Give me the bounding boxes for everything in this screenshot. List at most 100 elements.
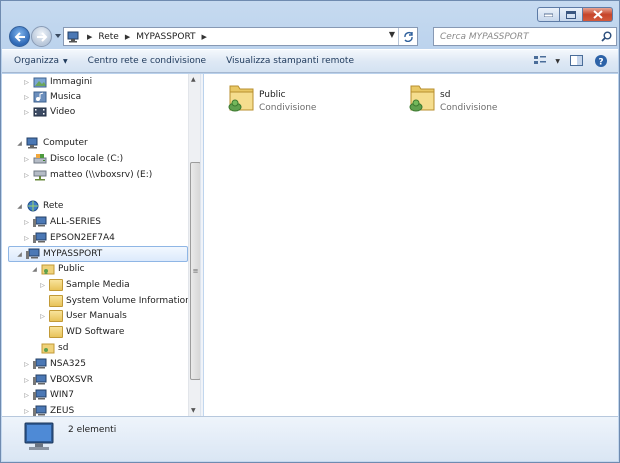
expand-icon[interactable]: ▷: [22, 109, 31, 116]
tree-item-immagini[interactable]: ▷ Immagini: [22, 74, 92, 90]
tree-item-win7[interactable]: ▷ WIN7: [22, 387, 74, 403]
search-input[interactable]: Cerca MYPASSPORT: [433, 27, 617, 46]
organize-menu[interactable]: Organizza ▼: [14, 56, 68, 66]
network-computer-icon: [33, 232, 47, 243]
expand-icon[interactable]: ▷: [22, 361, 31, 368]
expand-icon[interactable]: ▷: [38, 282, 47, 289]
collapse-icon[interactable]: ◢: [15, 251, 24, 258]
change-view-button[interactable]: ▼: [533, 55, 560, 67]
expand-icon[interactable]: ▷: [22, 377, 31, 384]
tree-item-public[interactable]: ◢ Public: [30, 261, 85, 277]
details-pane: 2 elementi: [2, 416, 618, 461]
tree-item-label: Musica: [50, 92, 82, 102]
tree-item-vboxsvr[interactable]: ▷ VBOXSVR: [22, 372, 93, 388]
tree-item-label: sd: [58, 343, 69, 353]
breadcrumb-rete[interactable]: Rete: [95, 32, 121, 42]
chevron-down-icon: ▼: [63, 57, 68, 65]
shared-folder-icon: [41, 264, 55, 275]
tree-item-video[interactable]: ▷ Video: [22, 104, 75, 120]
item-count: 2 elementi: [68, 425, 117, 435]
expand-icon[interactable]: ▷: [22, 79, 31, 86]
navigation-pane: ▷ Immagini ▷ Musica ▷ Video ◢ Computer ▷…: [2, 74, 200, 416]
expand-icon[interactable]: ▷: [22, 235, 31, 242]
network-drive-icon: [33, 170, 47, 181]
back-arrow-icon: [14, 31, 25, 42]
pictures-library-icon: [33, 77, 47, 88]
refresh-button[interactable]: [398, 28, 417, 45]
folder-icon: [49, 279, 63, 291]
content-item-sd[interactable]: sd Condivisione: [407, 80, 497, 114]
content-item-public[interactable]: Public Condivisione: [226, 80, 316, 114]
expand-icon[interactable]: ▷: [22, 392, 31, 399]
svg-text:?: ?: [598, 58, 603, 68]
recent-pages-dropdown[interactable]: [54, 32, 62, 40]
scroll-up-icon[interactable]: ▲: [191, 76, 196, 83]
tree-item-label: User Manuals: [66, 311, 127, 321]
network-center-button[interactable]: Centro rete e condivisione: [88, 56, 206, 66]
breadcrumb-separator-icon[interactable]: ▶: [199, 33, 210, 41]
forward-button[interactable]: [31, 26, 52, 47]
tree-item-label: MYPASSPORT: [43, 249, 103, 259]
folder-icon: [49, 295, 63, 307]
expand-icon[interactable]: ▷: [22, 94, 31, 101]
help-icon[interactable]: ?: [594, 54, 608, 68]
tree-item-zeus[interactable]: ▷ ZEUS: [22, 403, 74, 416]
collapse-icon[interactable]: ◢: [15, 203, 24, 210]
item-type: Condivisione: [440, 103, 498, 113]
tree-item-local-disk[interactable]: ▷ Disco locale (C:): [22, 151, 123, 167]
tree-item-system-volume[interactable]: System Volume Information: [38, 293, 191, 309]
computer-location-icon: [64, 31, 84, 43]
tree-item-mypassport[interactable]: ◢ MYPASSPORT: [8, 246, 188, 262]
tree-item-network-drive[interactable]: ▷ matteo (\\vboxsrv) (E:): [22, 167, 152, 183]
chevron-down-icon: ▼: [555, 57, 560, 65]
computer-icon: [26, 137, 38, 149]
network-computer-icon: [33, 216, 47, 227]
scroll-down-icon[interactable]: ▼: [191, 407, 196, 414]
tree-item-sample-media[interactable]: ▷ Sample Media: [38, 277, 130, 293]
expand-icon[interactable]: ▷: [22, 156, 31, 163]
tree-item-label: Video: [50, 107, 76, 117]
expand-icon[interactable]: ▷: [22, 172, 31, 179]
back-button[interactable]: [9, 26, 30, 47]
close-button[interactable]: [583, 7, 613, 22]
content-pane: Public Condivisione sd Condivisione: [204, 74, 618, 416]
collapse-icon[interactable]: ◢: [30, 266, 39, 273]
breadcrumb-separator-icon[interactable]: ▶: [84, 33, 95, 41]
minimize-icon: [544, 13, 553, 17]
network-computer-icon: [33, 358, 47, 369]
address-bar[interactable]: ▶ Rete ▶ MYPASSPORT ▶ ▼: [63, 27, 418, 46]
pane-splitter[interactable]: [200, 74, 203, 416]
tree-item-label: System Volume Information: [66, 296, 191, 306]
address-dropdown-icon[interactable]: ▼: [389, 30, 395, 39]
preview-pane-icon[interactable]: [570, 55, 584, 67]
tree-item-label: Rete: [43, 201, 64, 211]
tree-item-rete[interactable]: ◢ Rete: [15, 198, 63, 214]
tree-item-label: Immagini: [50, 77, 93, 87]
breadcrumb-separator-icon[interactable]: ▶: [122, 33, 133, 41]
expand-icon[interactable]: ▷: [22, 219, 31, 226]
view-printers-button[interactable]: Visualizza stampanti remote: [226, 56, 354, 66]
tree-item-wd-software[interactable]: WD Software: [38, 324, 124, 340]
tree-item-epson[interactable]: ▷ EPSON2EF7A4: [22, 230, 115, 246]
expand-icon[interactable]: ▷: [22, 408, 31, 415]
minimize-button[interactable]: [537, 7, 560, 22]
item-name: Public: [259, 90, 286, 100]
collapse-icon[interactable]: ◢: [15, 140, 24, 147]
tree-item-musica[interactable]: ▷ Musica: [22, 89, 81, 105]
video-library-icon: [33, 107, 47, 117]
breadcrumb-mypassport[interactable]: MYPASSPORT: [133, 32, 198, 42]
maximize-icon: [566, 10, 576, 19]
expand-icon[interactable]: ▷: [38, 313, 47, 320]
tree-item-sd[interactable]: sd: [30, 340, 68, 356]
tree-item-nsa325[interactable]: ▷ NSA325: [22, 356, 86, 372]
tree-item-user-manuals[interactable]: ▷ User Manuals: [38, 308, 127, 324]
window-controls: [537, 7, 613, 22]
tree-item-computer[interactable]: ◢ Computer: [15, 135, 88, 151]
tree-item-label: Computer: [43, 138, 88, 148]
tree-item-label: ZEUS: [50, 406, 75, 416]
toolbar-right-group: ▼ ?: [533, 54, 608, 68]
organize-label: Organizza: [14, 56, 60, 66]
maximize-button[interactable]: [560, 7, 583, 22]
search-icon[interactable]: [601, 31, 612, 42]
tree-item-all-series[interactable]: ▷ ALL-SERIES: [22, 214, 101, 230]
